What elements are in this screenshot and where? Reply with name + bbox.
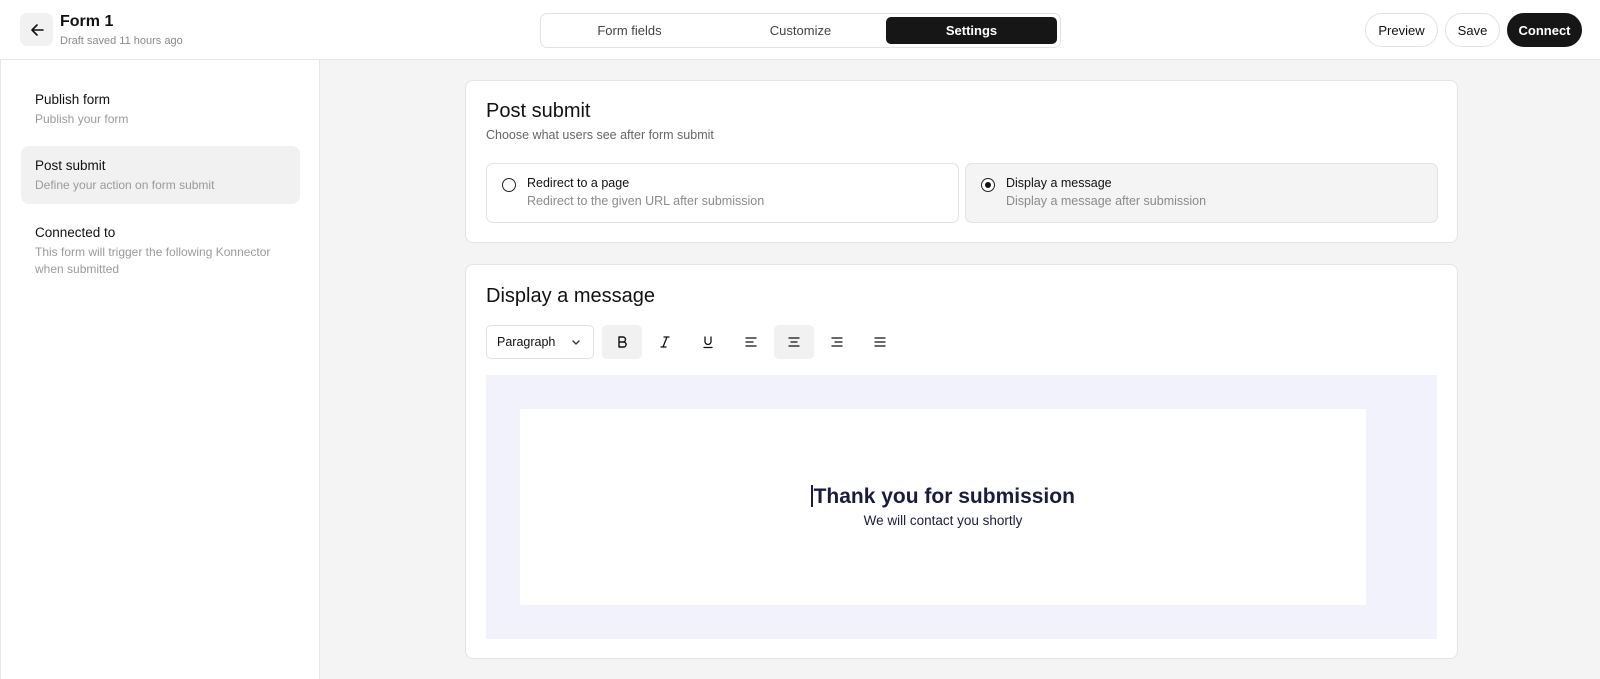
message-editor[interactable]: Thank you for submission We will contact… [520,409,1366,605]
bold-button[interactable] [602,325,642,359]
radio-button-selected[interactable] [981,178,995,192]
option-desc: Redirect to the given URL after submissi… [527,194,765,208]
underline-icon [703,336,713,349]
tab-form-fields[interactable]: Form fields [544,17,715,44]
preview-button[interactable]: Preview [1365,13,1438,47]
align-left-button[interactable] [731,325,771,359]
connect-button[interactable]: Connect [1507,13,1582,47]
align-left-icon [745,337,757,347]
option-label: Redirect to a page [527,176,630,190]
align-center-icon [788,337,800,347]
align-right-button[interactable] [817,325,857,359]
tab-settings[interactable]: Settings [886,17,1057,44]
save-button[interactable]: Save [1445,13,1500,47]
draft-status: Draft saved 11 hours ago [60,35,183,47]
align-justify-icon [874,337,886,347]
radio-button[interactable] [502,178,516,192]
align-center-button[interactable] [774,325,814,359]
form-title: Form 1 [60,13,114,30]
post-submit-title: Post submit [486,100,591,122]
sidebar-item-publish-form[interactable]: Publish form Publish your form [21,80,300,137]
align-justify-button[interactable] [860,325,900,359]
back-button[interactable] [20,13,53,46]
editor-tabs: Form fields Customize Settings [540,13,1061,48]
sidebar-item-label: Post submit [35,158,106,173]
post-submit-subtitle: Choose what users see after form submit [486,128,714,142]
option-label: Display a message [1006,176,1112,190]
option-desc: Display a message after submission [1006,194,1207,208]
settings-sidebar: Publish form Publish your form Post subm… [0,60,320,679]
arrow-left-icon [30,23,44,36]
option-redirect-to-page[interactable]: Redirect to a page Redirect to the given… [486,163,959,223]
option-display-message[interactable]: Display a message Display a message afte… [965,163,1438,223]
sidebar-item-connected-to[interactable]: Connected to This form will trigger the … [21,213,300,289]
post-submit-card: Post submit Choose what users see after … [465,80,1458,243]
block-type-value: Paragraph [497,335,556,349]
message-subtext[interactable]: We will contact you shortly [520,513,1366,528]
align-right-icon [831,337,843,347]
display-message-card: Display a message Paragraph Thank you fo… [465,264,1458,659]
bold-icon [618,336,627,348]
sidebar-item-label: Connected to [35,225,116,240]
chevron-down-icon [572,340,580,345]
sidebar-item-desc: Define your action on form submit [35,178,215,192]
underline-button[interactable] [688,325,728,359]
italic-button[interactable] [645,325,685,359]
top-header: Form 1 Draft saved 11 hours ago Form fie… [0,0,1600,60]
display-message-title: Display a message [486,285,655,307]
tab-customize[interactable]: Customize [715,17,886,44]
sidebar-item-post-submit[interactable]: Post submit Define your action on form s… [21,146,300,204]
italic-icon [660,336,670,348]
message-heading-text: Thank you for submission [813,485,1075,508]
message-editor-canvas: Thank you for submission We will contact… [486,375,1437,639]
sidebar-item-desc: Publish your form [35,112,129,126]
sidebar-item-desc: This form will trigger the following Kon… [35,245,271,276]
sidebar-item-label: Publish form [35,92,111,107]
text-caret [811,485,813,507]
message-heading[interactable]: Thank you for submission [520,485,1366,509]
block-type-select[interactable]: Paragraph [486,325,594,359]
